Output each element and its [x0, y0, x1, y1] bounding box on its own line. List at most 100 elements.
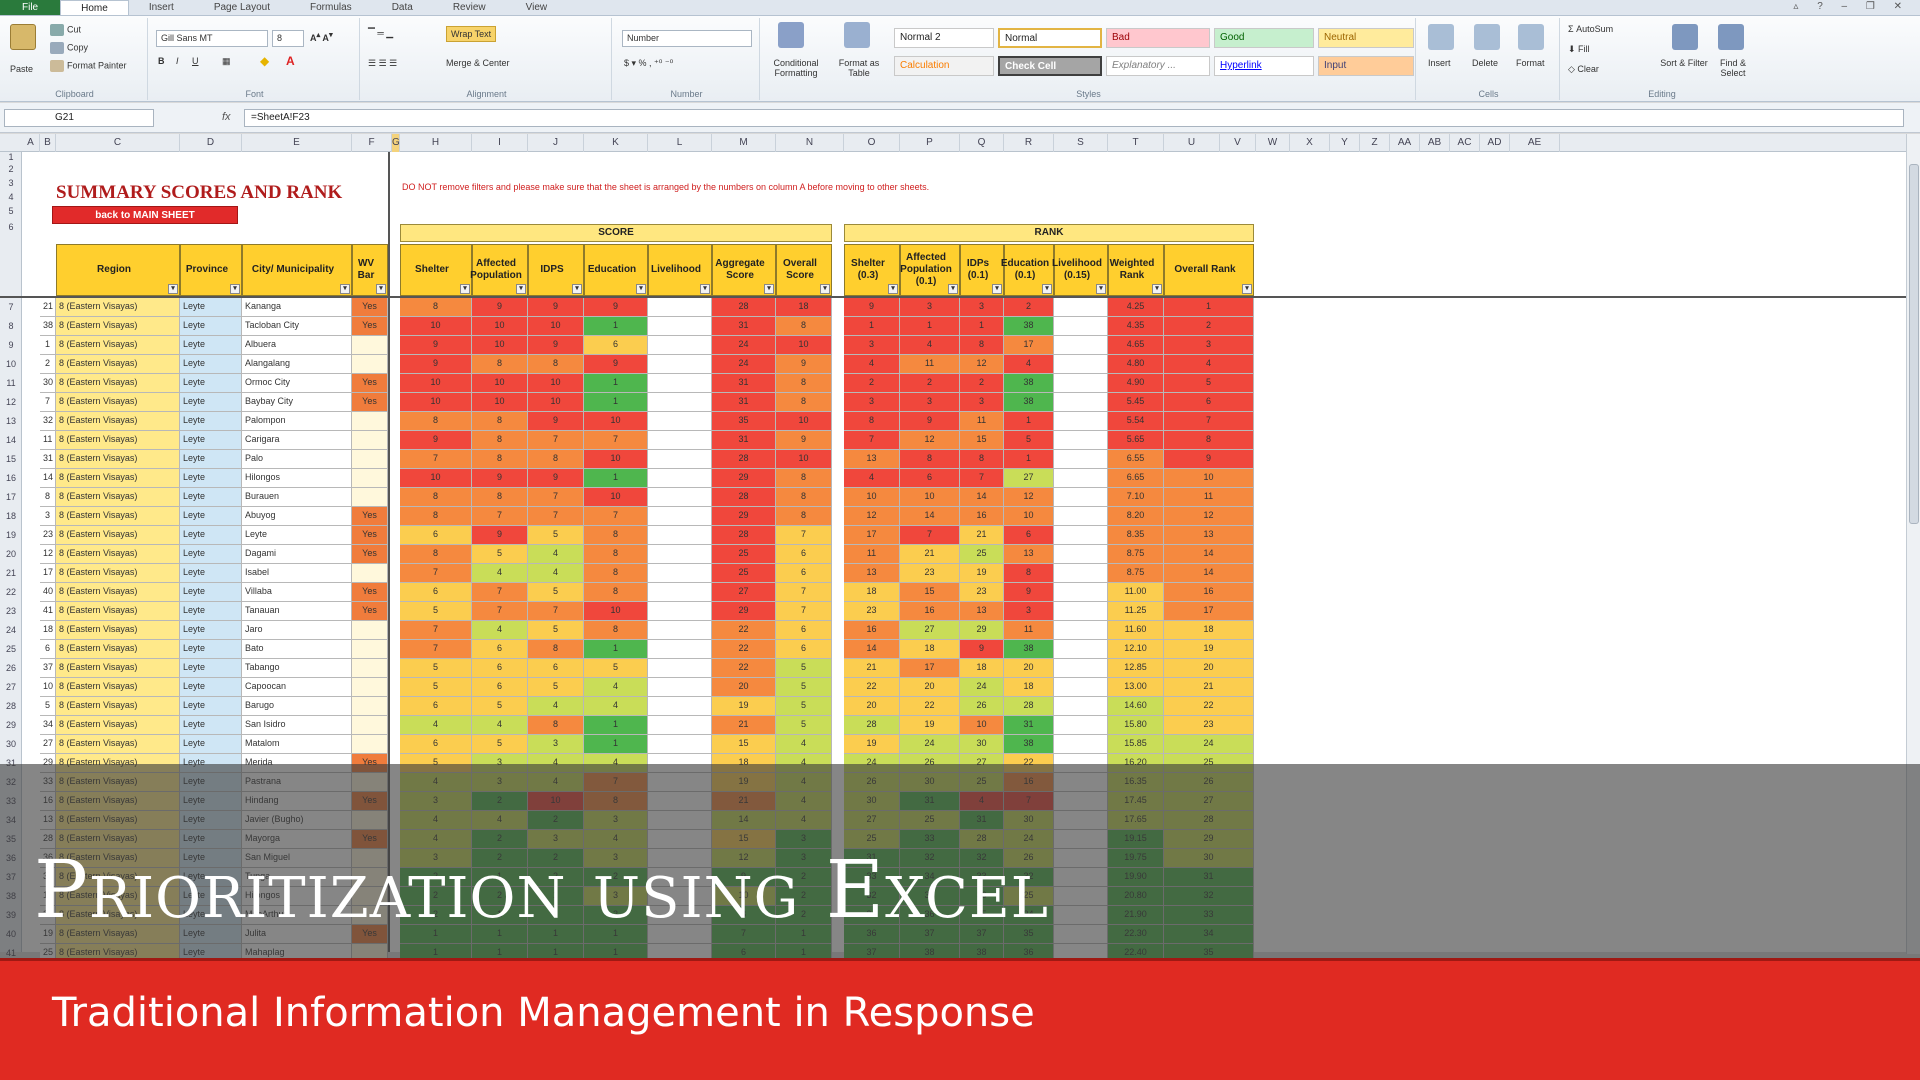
cell-index[interactable]: 10 — [40, 678, 56, 697]
cut-button[interactable]: Cut — [50, 24, 81, 36]
cell-score[interactable]: 27 — [712, 583, 776, 602]
cell-index[interactable]: 11 — [40, 431, 56, 450]
cell-rank[interactable]: 8.35 — [1108, 526, 1164, 545]
row-number[interactable]: 4 — [0, 192, 22, 202]
cell-score[interactable]: 8 — [472, 488, 528, 507]
cell-rank[interactable]: 17 — [1004, 336, 1054, 355]
cell-score[interactable] — [648, 716, 712, 735]
cell-score[interactable]: 7 — [528, 431, 584, 450]
cell-score[interactable]: 10 — [776, 412, 832, 431]
cell-score[interactable]: 10 — [776, 450, 832, 469]
cell-city[interactable]: San Isidro — [242, 716, 352, 735]
cell-rank[interactable]: 3 — [844, 393, 900, 412]
delete-button[interactable]: Delete — [1472, 58, 1498, 68]
column-header-k[interactable]: K — [584, 134, 648, 152]
cell-rank[interactable]: 8.75 — [1108, 545, 1164, 564]
cell-rank[interactable]: 29 — [960, 621, 1004, 640]
cell-rank[interactable]: 9 — [1004, 583, 1054, 602]
row-number[interactable]: 6 — [0, 222, 22, 232]
cell-score[interactable]: 6 — [472, 678, 528, 697]
bold-button[interactable]: B — [158, 56, 165, 66]
cell-score[interactable]: 8 — [472, 431, 528, 450]
tab-file[interactable]: File — [0, 0, 61, 15]
cell-score[interactable]: 9 — [472, 298, 528, 317]
cell-score[interactable]: 1 — [584, 374, 648, 393]
cell-rank[interactable]: 12 — [1164, 507, 1254, 526]
cell-wv[interactable] — [352, 469, 388, 488]
tab-view[interactable]: View — [506, 0, 568, 15]
cell-score[interactable]: 5 — [584, 659, 648, 678]
filter-dropdown-icon[interactable]: ▾ — [1042, 284, 1052, 294]
cell-city[interactable]: Baybay City — [242, 393, 352, 412]
cell-rank[interactable]: 9 — [960, 640, 1004, 659]
cell-score[interactable]: 9 — [584, 298, 648, 317]
cell-rank[interactable]: 3 — [960, 298, 1004, 317]
cell-rank[interactable]: 8 — [900, 450, 960, 469]
row-number[interactable]: 25 — [0, 644, 22, 654]
column-header-e[interactable]: E — [242, 134, 352, 152]
cell-score[interactable]: 7 — [400, 564, 472, 583]
filter-dropdown-icon[interactable]: ▾ — [230, 284, 240, 294]
cell-rank[interactable]: 38 — [1004, 374, 1054, 393]
column-header-z[interactable]: Z — [1360, 134, 1390, 152]
cell-score[interactable]: 7 — [528, 507, 584, 526]
cell-region[interactable]: 8 (Eastern Visayas) — [56, 545, 180, 564]
cell-score[interactable]: 25 — [712, 545, 776, 564]
cell-province[interactable]: Leyte — [180, 735, 242, 754]
row-number[interactable]: 16 — [0, 473, 22, 483]
cell-rank[interactable]: 1 — [844, 317, 900, 336]
cell-wv[interactable] — [352, 450, 388, 469]
tab-data[interactable]: Data — [372, 0, 433, 15]
cell-city[interactable]: Matalom — [242, 735, 352, 754]
filter-dropdown-icon[interactable]: ▾ — [700, 284, 710, 294]
cell-rank[interactable]: 12 — [844, 507, 900, 526]
cell-score[interactable]: 3 — [528, 735, 584, 754]
cell-rank[interactable]: 5 — [1164, 374, 1254, 393]
cell-score[interactable]: 8 — [528, 450, 584, 469]
cell-score[interactable]: 8 — [400, 488, 472, 507]
cell-rank[interactable] — [1054, 621, 1108, 640]
cell-region[interactable]: 8 (Eastern Visayas) — [56, 412, 180, 431]
cell-score[interactable]: 6 — [400, 583, 472, 602]
row-number[interactable]: 17 — [0, 492, 22, 502]
cell-city[interactable]: Capoocan — [242, 678, 352, 697]
cell-rank[interactable]: 6 — [1004, 526, 1054, 545]
cell-rank[interactable]: 3 — [900, 298, 960, 317]
scrollbar-thumb[interactable] — [1909, 164, 1919, 524]
cell-index[interactable]: 3 — [40, 507, 56, 526]
conditional-formatting-button[interactable]: Conditional Formatting — [766, 58, 826, 78]
cell-score[interactable]: 5 — [472, 697, 528, 716]
column-header-y[interactable]: Y — [1330, 134, 1360, 152]
cell-score[interactable]: 9 — [528, 336, 584, 355]
cell-index[interactable]: 2 — [40, 355, 56, 374]
cell-rank[interactable]: 8 — [960, 450, 1004, 469]
cell-rank[interactable]: 4 — [1164, 355, 1254, 374]
cell-rank[interactable]: 4.65 — [1108, 336, 1164, 355]
cell-score[interactable]: 7 — [400, 621, 472, 640]
cell-city[interactable]: Palo — [242, 450, 352, 469]
cell-score[interactable]: 7 — [584, 431, 648, 450]
cell-rank[interactable]: 2 — [960, 374, 1004, 393]
cell-index[interactable]: 14 — [40, 469, 56, 488]
cell-rank[interactable]: 19 — [900, 716, 960, 735]
cell-index[interactable]: 34 — [40, 716, 56, 735]
column-header-t[interactable]: T — [1108, 134, 1164, 152]
cell-rank[interactable]: 23 — [960, 583, 1004, 602]
cell-rank[interactable]: 24 — [900, 735, 960, 754]
cell-score[interactable]: 4 — [584, 678, 648, 697]
cell-score[interactable]: 8 — [584, 621, 648, 640]
cell-score[interactable]: 8 — [472, 355, 528, 374]
tab-page-layout[interactable]: Page Layout — [194, 0, 290, 15]
cell-rank[interactable]: 3 — [900, 393, 960, 412]
cell-score[interactable]: 29 — [712, 507, 776, 526]
row-number[interactable]: 18 — [0, 511, 22, 521]
merge-center-button[interactable]: Merge & Center — [446, 58, 510, 68]
column-header-u[interactable]: U — [1164, 134, 1220, 152]
cell-rank[interactable]: 4.80 — [1108, 355, 1164, 374]
cell-score[interactable]: 24 — [712, 336, 776, 355]
cell-rank[interactable] — [1054, 488, 1108, 507]
column-header-w[interactable]: W — [1256, 134, 1290, 152]
cell-wv[interactable] — [352, 697, 388, 716]
row-number[interactable]: 12 — [0, 397, 22, 407]
cell-score[interactable]: 8 — [776, 317, 832, 336]
